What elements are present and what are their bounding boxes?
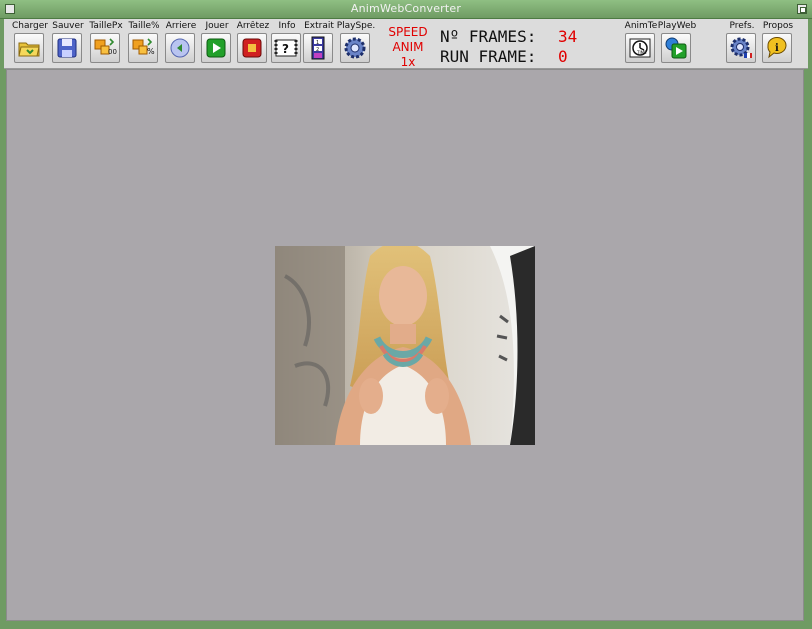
toolbar: Charger Sauver TaillePx 00 Taille% % Arr…	[4, 19, 808, 69]
info-question-icon: ?	[274, 39, 298, 57]
playweb-button[interactable]	[661, 33, 691, 63]
arretez-button[interactable]	[237, 33, 267, 63]
frame-photo-graphic	[275, 246, 535, 445]
speed-line2: ANIM	[392, 40, 424, 54]
about-info-icon: i	[767, 36, 787, 59]
play-icon	[206, 38, 226, 58]
playspe-tool: PlaySpe.	[337, 19, 375, 67]
animte-button[interactable]: TIME	[625, 33, 655, 63]
propos-button[interactable]: i	[762, 33, 792, 63]
back-arrow-icon	[170, 38, 190, 58]
svg-text:TIME: TIME	[636, 50, 647, 55]
gear-flag-icon	[730, 37, 752, 58]
svg-text:i: i	[775, 43, 779, 54]
info-button[interactable]: ?	[271, 33, 301, 63]
playspe-button[interactable]	[340, 33, 370, 63]
svg-text:00: 00	[108, 48, 117, 56]
playweb-label: PlayWeb	[657, 21, 697, 31]
window-title: AnimWebConverter	[350, 2, 462, 15]
svg-text:%: %	[147, 47, 155, 56]
playspe-label: PlaySpe.	[336, 21, 376, 31]
zoom-window-button[interactable]	[797, 4, 807, 14]
speed-anim-indicator: SPEED ANIM 1x	[382, 25, 434, 70]
prefs-tool: Prefs.	[724, 19, 760, 67]
svg-text:?: ?	[282, 42, 289, 56]
frame-stats: Nº FRAMES: 34 RUN FRAME: 0	[440, 27, 577, 67]
arriere-button[interactable]	[165, 33, 195, 63]
animation-canvas[interactable]	[6, 69, 804, 621]
app-window: AnimWebConverter Charger Sauver TaillePx…	[0, 0, 812, 629]
jouer-tool: Jouer	[199, 19, 235, 67]
svg-text:1: 1	[316, 40, 319, 46]
playweb-tool: PlayWeb	[658, 19, 696, 67]
run-frame-label: RUN FRAME:	[440, 47, 537, 66]
folder-open-icon	[18, 42, 40, 57]
resize-pixels-icon: 00	[94, 38, 117, 56]
speed-line3: 1x	[400, 55, 416, 69]
title-bar[interactable]: AnimWebConverter	[0, 0, 812, 19]
sauver-tool: Sauver	[50, 19, 86, 67]
charger-tool: Charger	[12, 19, 48, 67]
svg-text:2: 2	[316, 47, 319, 53]
save-disk-icon	[57, 38, 77, 58]
taillepx-tool: TaillePx 00	[88, 19, 124, 67]
frames-label: Nº FRAMES:	[440, 27, 537, 46]
stop-icon	[242, 38, 262, 58]
propos-label: Propos	[762, 21, 794, 31]
speed-line1: SPEED	[388, 25, 428, 39]
taillepct-tool: Taille% %	[126, 19, 162, 67]
resize-percent-icon: %	[132, 38, 155, 56]
jouer-button[interactable]	[201, 33, 231, 63]
run-frame-value: 0	[558, 47, 568, 66]
clock-time-icon: TIME	[629, 38, 651, 58]
charger-button[interactable]	[14, 33, 44, 63]
animte-tool: AnimTe TIME	[623, 19, 659, 67]
gear-icon	[344, 37, 366, 59]
web-play-icon	[665, 37, 687, 59]
animation-frame-image	[275, 246, 535, 445]
taillepx-button[interactable]: 00	[90, 33, 120, 63]
taillepct-button[interactable]: %	[128, 33, 158, 63]
extrait-tool: Extrait 12	[301, 19, 337, 67]
extrait-button[interactable]: 12	[303, 33, 333, 63]
extract-frames-icon: 12	[311, 36, 325, 60]
prefs-button[interactable]	[726, 33, 756, 63]
arriere-tool: Arriere	[163, 19, 199, 67]
frames-value: 34	[558, 27, 578, 46]
propos-tool: Propos i	[760, 19, 796, 67]
sauver-button[interactable]	[52, 33, 82, 63]
